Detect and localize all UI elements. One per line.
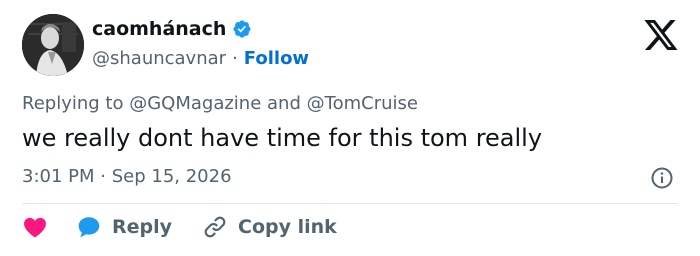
mention-tomcruise[interactable]: @TomCruise	[307, 93, 418, 114]
timestamp-separator: ·	[100, 166, 106, 187]
copy-link-label: Copy link	[238, 216, 337, 238]
link-icon	[204, 216, 226, 238]
mention-gqmagazine[interactable]: @GQMagazine	[129, 93, 261, 114]
avatar-image	[22, 14, 84, 76]
tweet-text: we really dont have time for this tom re…	[22, 124, 543, 152]
info-icon[interactable]	[650, 166, 674, 190]
heart-icon	[24, 217, 46, 238]
tweet-time: 3:01 PM	[22, 166, 95, 187]
like-button[interactable]	[22, 214, 48, 240]
verified-badge-icon	[233, 20, 251, 38]
timestamp[interactable]: 3:01 PM · Sep 15, 2026	[22, 166, 232, 187]
separator-dot: ·	[232, 48, 238, 69]
reply-label: Reply	[112, 216, 173, 238]
divider	[22, 203, 678, 204]
speech-bubble-icon	[78, 217, 100, 238]
avatar[interactable]	[22, 14, 84, 76]
user-handle[interactable]: @shauncavnar	[92, 48, 226, 69]
handle-row: @shauncavnar · Follow	[92, 48, 309, 69]
x-logo-icon[interactable]	[644, 20, 678, 50]
replying-to-line: Replying to @GQMagazine and @TomCruise	[22, 93, 418, 114]
user-name-row: caomhánach	[92, 18, 252, 40]
replying-prefix: Replying to	[22, 93, 124, 114]
tweet-date: Sep 15, 2026	[111, 166, 232, 187]
reply-button[interactable]: Reply	[76, 214, 172, 240]
copy-link-button[interactable]: Copy link	[202, 214, 337, 240]
action-bar: Reply Copy link	[22, 214, 337, 240]
display-name[interactable]: caomhánach	[92, 18, 226, 40]
follow-button[interactable]: Follow	[244, 48, 309, 69]
replying-conjunction: and	[267, 93, 301, 114]
